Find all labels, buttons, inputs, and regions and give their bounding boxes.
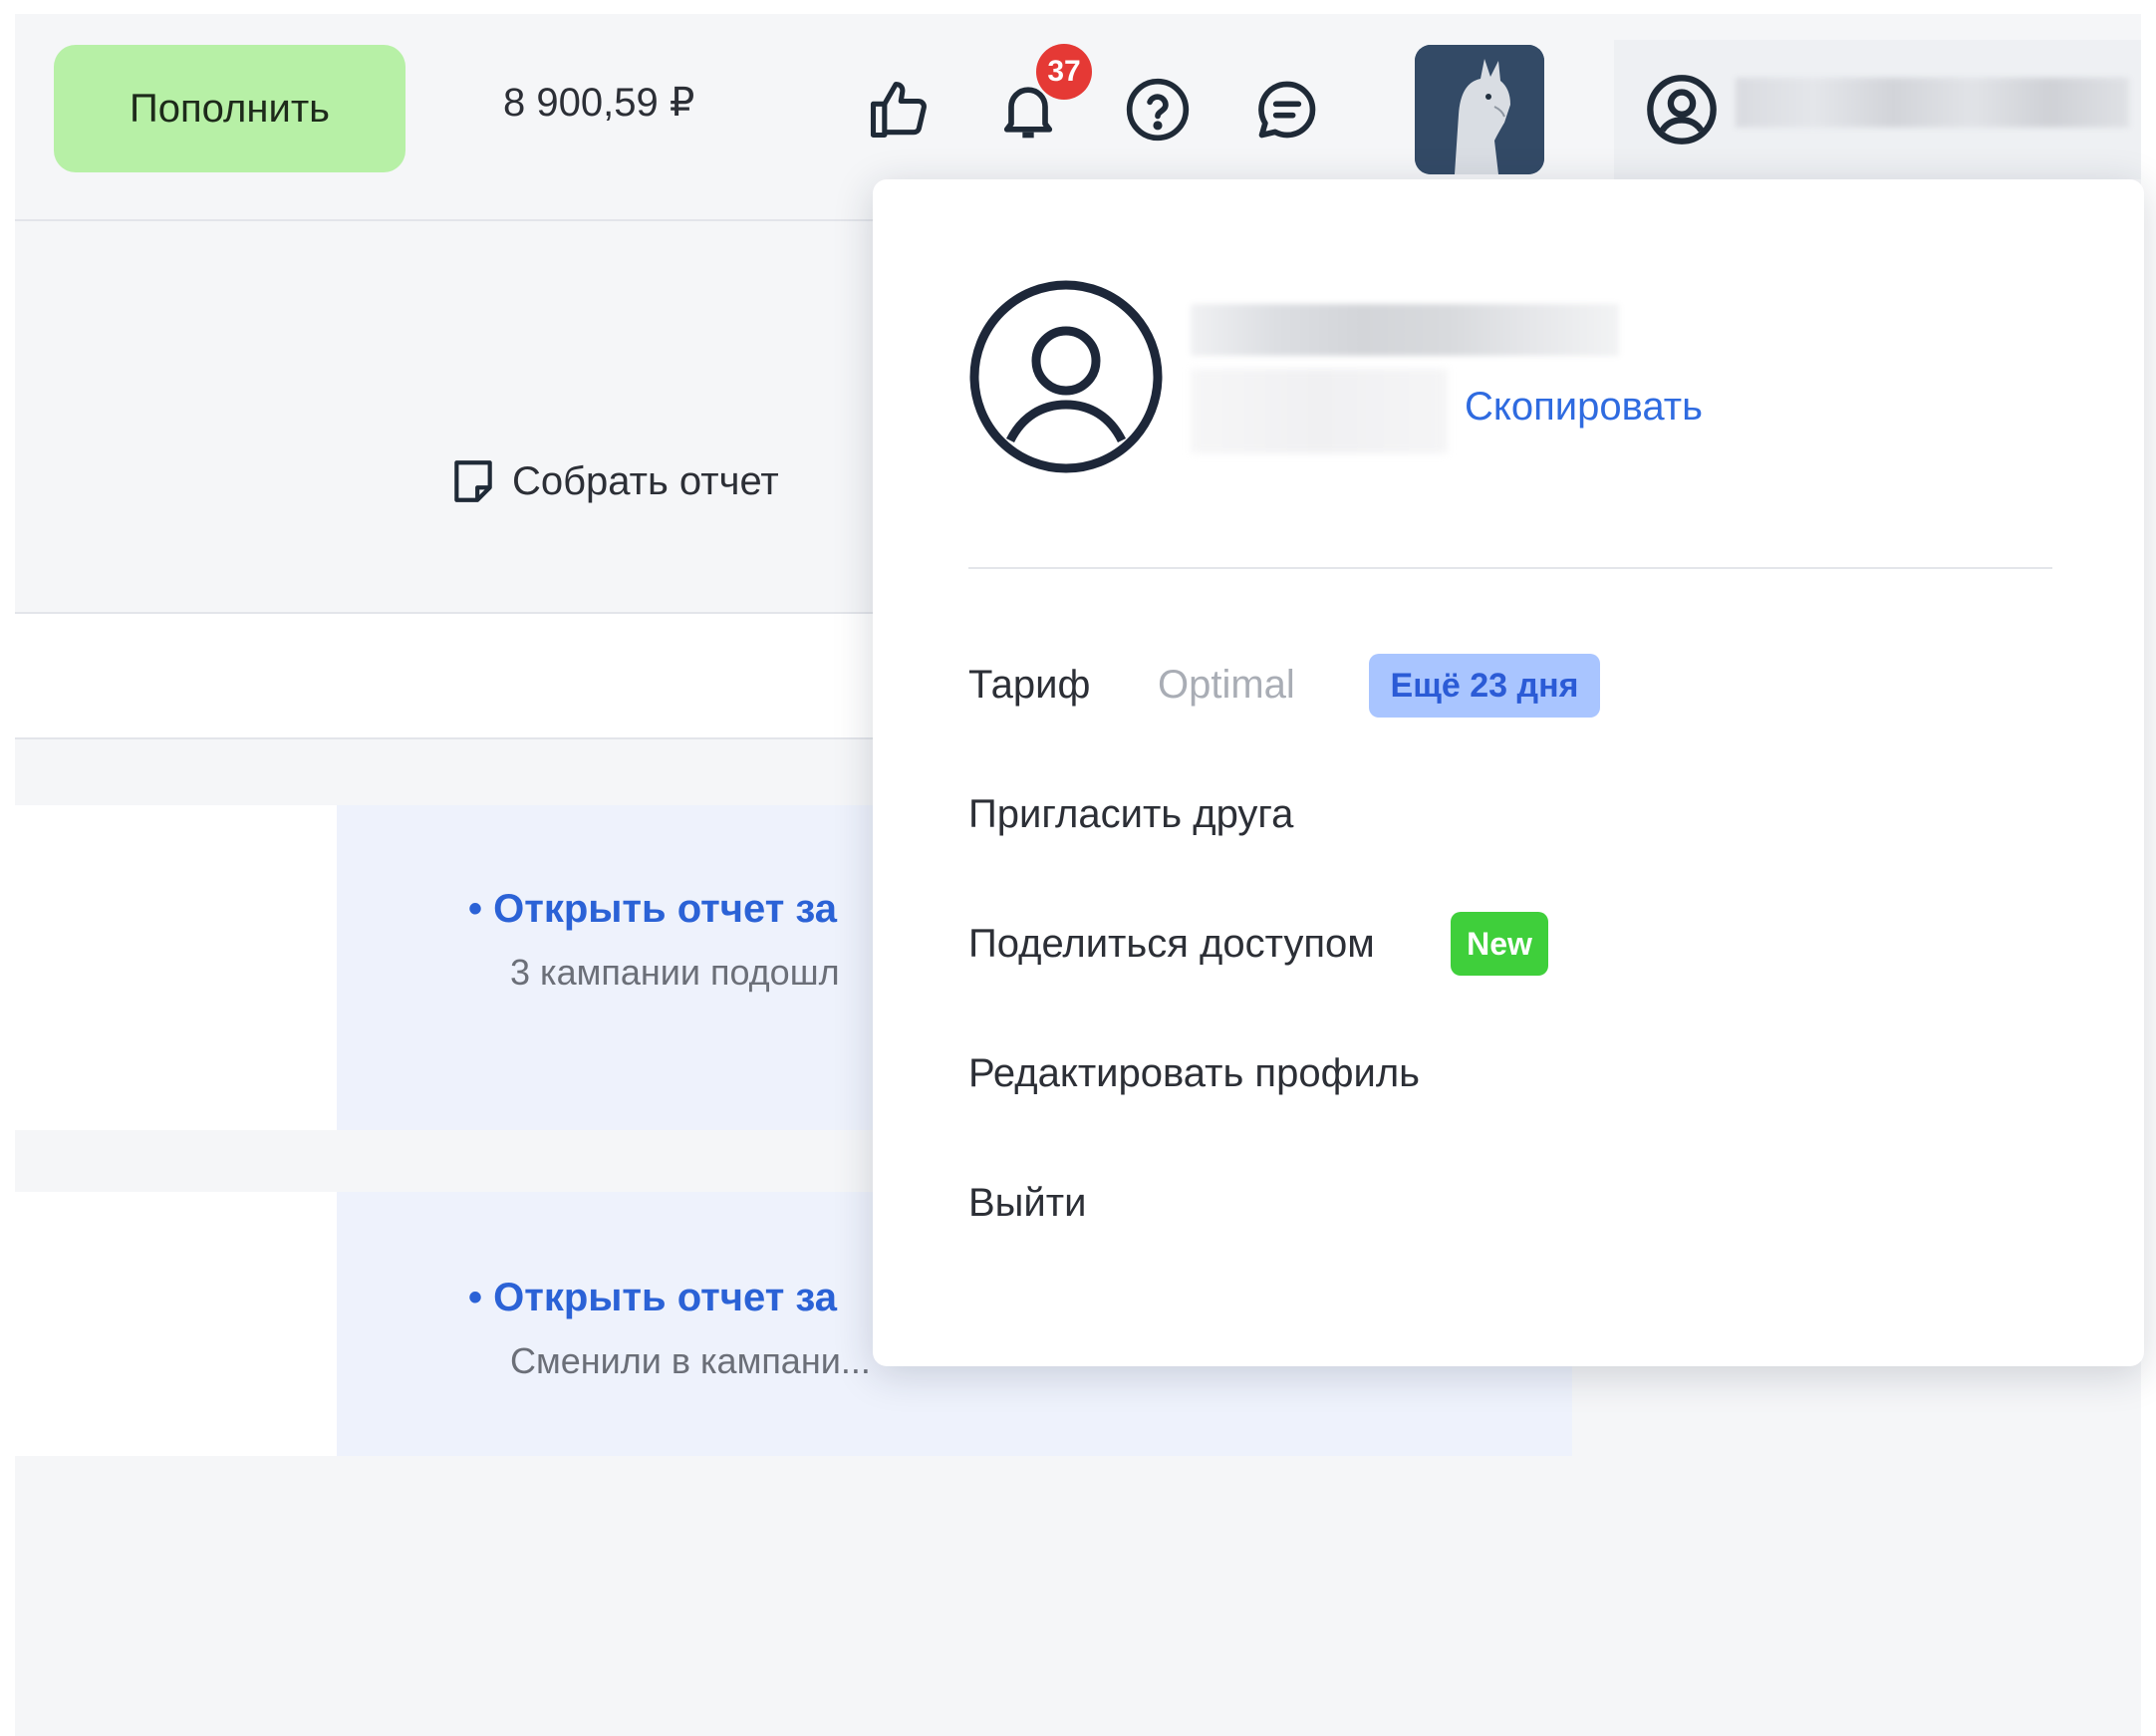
chat-icon[interactable] xyxy=(1247,70,1327,149)
card-left-gutter xyxy=(15,805,337,1130)
dropdown-divider xyxy=(968,567,2052,569)
build-report-button[interactable]: Собрать отчет xyxy=(448,456,779,506)
logout-menu-item[interactable]: Выйти xyxy=(968,1181,1086,1226)
report-card-subtitle: 3 кампании подошл xyxy=(510,952,840,993)
invite-friend-menu-item[interactable]: Пригласить друга xyxy=(968,792,1293,837)
redacted-profile-name xyxy=(1191,304,1619,356)
copy-link[interactable]: Скопировать xyxy=(1465,385,1703,430)
card-left-gutter xyxy=(15,1192,337,1456)
redacted-profile-id xyxy=(1191,369,1448,453)
note-icon xyxy=(454,460,492,502)
redacted-username xyxy=(1736,78,2129,128)
topup-button[interactable]: Пополнить xyxy=(54,45,405,172)
share-access-menu-item[interactable]: Поделиться доступом xyxy=(968,922,1375,967)
mascot-avatar[interactable] xyxy=(1415,45,1544,174)
help-circle-icon[interactable] xyxy=(1118,70,1198,149)
thumbs-up-icon[interactable] xyxy=(859,70,939,149)
edit-profile-menu-item[interactable]: Редактировать профиль xyxy=(968,1051,1420,1096)
user-circle-icon[interactable] xyxy=(1644,72,1720,147)
open-report-link[interactable]: • Открыть отчет за xyxy=(468,1276,837,1320)
tariff-label: Тариф xyxy=(968,663,1091,707)
balance-value: 8 900,59 ₽ xyxy=(503,81,695,125)
new-badge: New xyxy=(1451,912,1548,976)
tariff-value: Optimal xyxy=(1158,663,1295,707)
tariff-days-badge[interactable]: Ещё 23 дня xyxy=(1369,654,1600,718)
report-card-subtitle: Сменили в кампани... xyxy=(510,1340,871,1381)
notification-badge: 37 xyxy=(1036,44,1092,100)
build-report-label: Собрать отчет xyxy=(512,458,779,503)
profile-avatar-icon xyxy=(966,277,1166,476)
open-report-link[interactable]: • Открыть отчет за xyxy=(468,887,837,932)
